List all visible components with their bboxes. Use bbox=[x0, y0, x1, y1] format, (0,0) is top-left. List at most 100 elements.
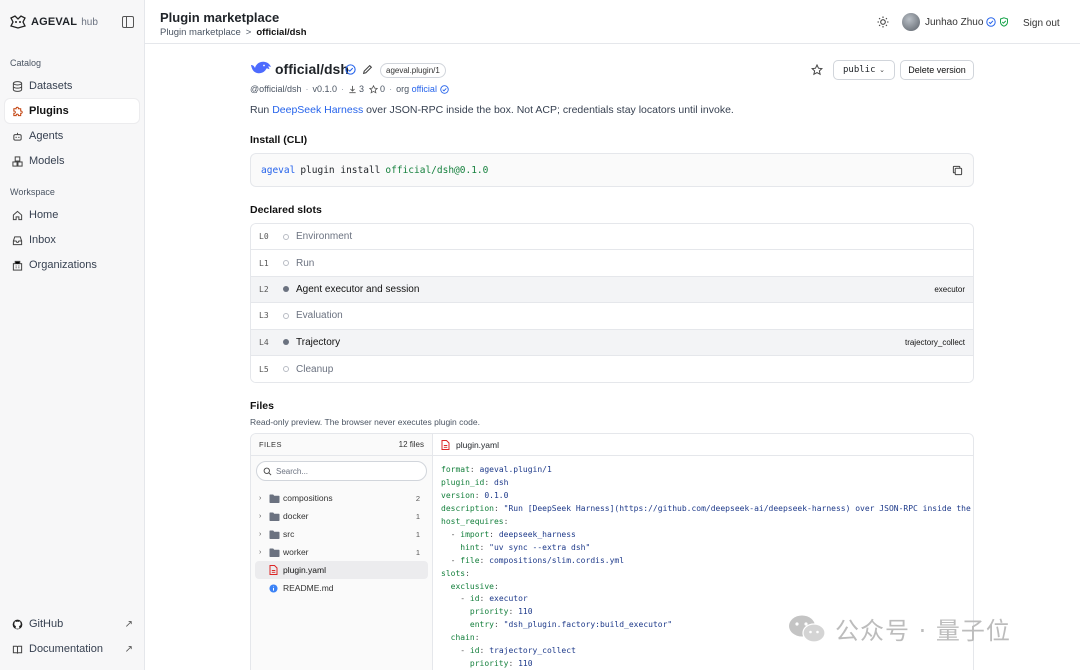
file-tree: FILES 12 files Search... › compositions 2 ›… bbox=[251, 434, 433, 670]
plugin-version: v0.1.0 bbox=[312, 84, 338, 94]
download-icon bbox=[349, 85, 356, 93]
slot-row[interactable]: L3 Evaluation bbox=[251, 303, 973, 330]
sign-out-button[interactable]: Sign out bbox=[1023, 18, 1060, 29]
delete-version-button[interactable]: Delete version bbox=[900, 60, 974, 80]
slot-status-dot bbox=[283, 366, 289, 373]
org-link[interactable]: official bbox=[412, 84, 437, 94]
sidebar-footer: GitHub ↗ Documentation ↗ bbox=[0, 612, 144, 662]
file-count-badge: 1 bbox=[415, 547, 420, 557]
yaml-value: ageval.plugin/1 bbox=[479, 465, 552, 475]
theme-toggle-sun-icon[interactable] bbox=[877, 16, 889, 28]
yaml-punct: : bbox=[489, 529, 499, 539]
yaml-file-icon bbox=[269, 565, 283, 576]
collapse-sidebar-icon[interactable] bbox=[122, 16, 134, 28]
yaml-key: version bbox=[441, 491, 475, 501]
yaml-punct: - bbox=[441, 646, 470, 656]
code-line: - id: trajectory_collect bbox=[441, 645, 965, 658]
yaml-punct: - bbox=[441, 555, 461, 565]
slot-name: Trajectory bbox=[296, 336, 341, 348]
brand: AGEVAL hub bbox=[0, 0, 144, 44]
star-icon[interactable] bbox=[811, 64, 823, 76]
sidebar-item-organizations[interactable]: Organizations bbox=[5, 253, 139, 277]
folder-item[interactable]: › docker 1 bbox=[255, 507, 428, 525]
folder-icon bbox=[269, 530, 283, 539]
user-menu[interactable]: Junhao Zhuo bbox=[902, 13, 1009, 31]
open-file-name: plugin.yaml bbox=[456, 439, 499, 450]
sidebar-item-datasets[interactable]: Datasets bbox=[5, 74, 139, 98]
deepseek-harness-link[interactable]: DeepSeek Harness bbox=[272, 104, 363, 116]
visibility-select[interactable]: public ⌄ bbox=[833, 60, 895, 80]
yaml-value: trajectory_collect bbox=[489, 646, 576, 656]
file-item[interactable]: README.md bbox=[255, 579, 428, 597]
slot-row[interactable]: L5 Cleanup bbox=[251, 355, 973, 383]
slot-status-dot bbox=[283, 286, 289, 293]
yaml-punct: : bbox=[465, 568, 470, 578]
yaml-value: dsh bbox=[494, 478, 509, 488]
yaml-value: executor bbox=[489, 594, 528, 604]
folder-icon bbox=[269, 494, 283, 503]
file-count-badge: 2 bbox=[415, 493, 420, 503]
pencil-edit-icon[interactable] bbox=[362, 64, 373, 75]
code-line: - import: deepseek_harness bbox=[441, 529, 965, 542]
meta-separator: · bbox=[305, 84, 309, 94]
search-placeholder: Search... bbox=[276, 466, 309, 476]
folder-item[interactable]: › compositions 2 bbox=[255, 489, 428, 507]
code-line: format: ageval.plugin/1 bbox=[441, 464, 965, 477]
home-icon bbox=[11, 209, 23, 221]
folder-item[interactable]: › worker 1 bbox=[255, 543, 428, 561]
code-line: hint: "uv sync --extra dsh" bbox=[441, 542, 965, 555]
folder-item[interactable]: › src 1 bbox=[255, 525, 428, 543]
sidebar-item-plugins[interactable]: Plugins bbox=[5, 99, 139, 123]
file-name: src bbox=[283, 529, 295, 540]
yaml-value: 110 bbox=[518, 607, 533, 617]
slot-level: L5 bbox=[259, 364, 269, 374]
breadcrumb: Plugin marketplace > official/dsh bbox=[160, 27, 307, 38]
slot-implementation: trajectory_collect bbox=[904, 337, 965, 347]
slot-level: L2 bbox=[259, 284, 269, 294]
slot-level: L1 bbox=[259, 258, 269, 268]
plugin-handle: @official/dsh bbox=[250, 84, 302, 94]
page-title: Plugin marketplace bbox=[160, 10, 280, 25]
slot-row[interactable]: L1 Run bbox=[251, 250, 973, 277]
code-line: - file: compositions/slim.cordis.yml bbox=[441, 555, 965, 568]
external-link-icon: ↗ bbox=[124, 618, 133, 630]
breadcrumb-root-link[interactable]: Plugin marketplace bbox=[160, 27, 241, 38]
code-line: description: "Run [DeepSeek Harness](htt… bbox=[441, 503, 971, 516]
yaml-punct: : bbox=[479, 542, 490, 552]
file-name: docker bbox=[283, 511, 309, 522]
code-line: plugin_id: dsh bbox=[441, 477, 965, 490]
yaml-punct: : bbox=[484, 478, 494, 488]
yaml-punct bbox=[441, 543, 460, 552]
sidebar-item-models[interactable]: Models bbox=[5, 149, 139, 173]
file-name: compositions bbox=[283, 493, 333, 504]
slot-row[interactable]: L2 Agent executor and session executor bbox=[251, 276, 973, 304]
sidebar-item-label: Models bbox=[29, 155, 65, 167]
visibility-value: public bbox=[843, 65, 876, 75]
slot-status-dot bbox=[283, 260, 289, 267]
sidebar-item-home[interactable]: Home bbox=[5, 203, 139, 227]
sidebar-item-agents[interactable]: Agents bbox=[5, 124, 139, 148]
org-prefix: org bbox=[396, 84, 410, 94]
yaml-key: file bbox=[460, 555, 480, 565]
file-search-input[interactable]: Search... bbox=[256, 461, 427, 482]
sidebar-item-inbox[interactable]: Inbox bbox=[5, 228, 139, 252]
slot-row[interactable]: L0 Environment bbox=[251, 224, 973, 251]
star-count: 0 bbox=[380, 84, 386, 94]
slot-row[interactable]: L4 Trajectory trajectory_collect bbox=[251, 329, 973, 356]
yaml-key: import bbox=[460, 529, 490, 539]
yaml-punct: : bbox=[479, 594, 490, 604]
yaml-punct: - bbox=[441, 529, 461, 539]
sidebar-item-label: Home bbox=[29, 209, 59, 221]
yaml-punct bbox=[441, 633, 451, 642]
file-tree-header: FILES 12 files bbox=[251, 434, 432, 457]
code-line: - id: executor bbox=[441, 593, 965, 606]
sidebar-item-documentation[interactable]: Documentation ↗ bbox=[5, 637, 139, 661]
copy-icon[interactable] bbox=[952, 165, 963, 176]
file-name: plugin.yaml bbox=[283, 565, 326, 576]
sidebar-item-github[interactable]: GitHub ↗ bbox=[5, 612, 139, 636]
wechat-logo-icon bbox=[789, 615, 826, 643]
yaml-key: chain bbox=[450, 633, 475, 643]
verified-badge-icon bbox=[345, 64, 356, 75]
file-item[interactable]: plugin.yaml bbox=[255, 561, 428, 580]
slot-level: L4 bbox=[259, 337, 269, 347]
